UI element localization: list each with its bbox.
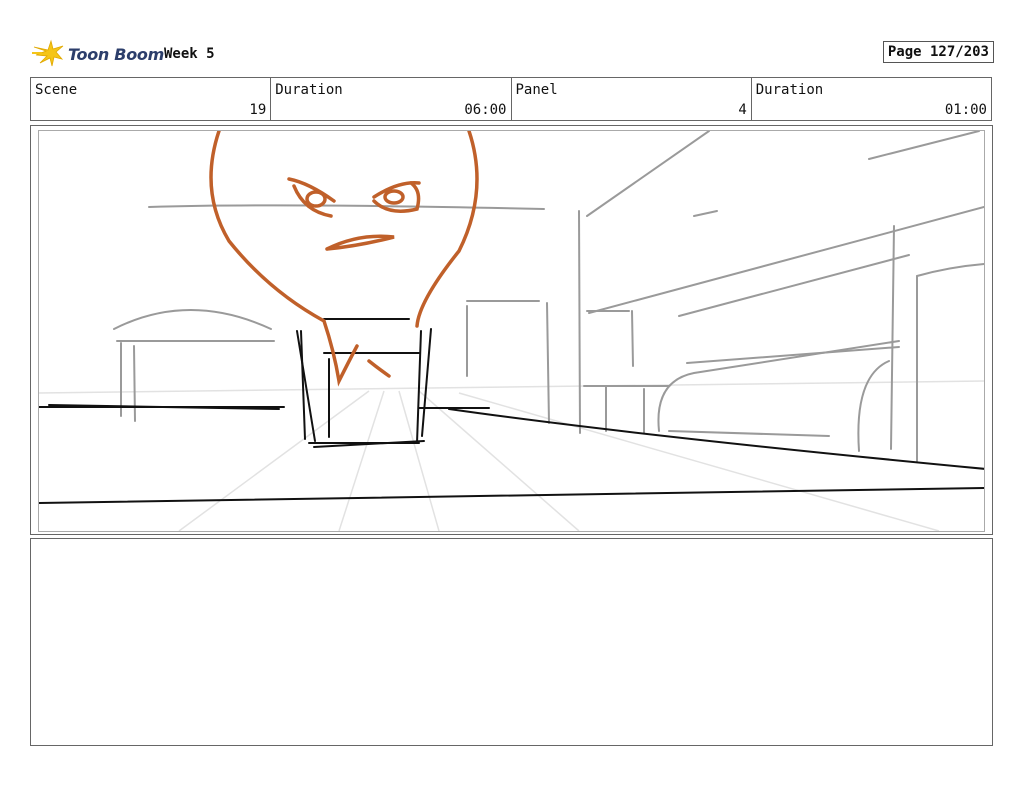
scene-duration-value: 06:00: [464, 102, 507, 118]
panel-info-row: Scene 19 Duration 06:00 Panel 4 Duration…: [30, 77, 992, 121]
toon-boom-logo: Toon Boom: [32, 38, 164, 70]
sketch-drawing: [39, 131, 984, 531]
perspective-guides: [39, 380, 984, 531]
panel-duration-label: Duration: [755, 82, 824, 98]
scene-label: Scene: [35, 82, 78, 98]
scene-duration-cell: Duration 06:00: [271, 78, 512, 120]
panel-cell: Panel 4: [512, 78, 752, 120]
background-sketch: [113, 131, 984, 462]
panel-duration-cell: Duration 01:00: [752, 78, 991, 120]
page-counter: Page 127/203: [882, 41, 994, 63]
project-title: Week 5: [164, 46, 215, 62]
panel-value: 4: [738, 102, 747, 118]
brand-name: Toon Boom: [68, 44, 164, 64]
panel-drawing-area: [38, 130, 985, 532]
scene-duration-label: Duration: [275, 82, 343, 98]
storyboard-panel-frame: [30, 125, 993, 535]
toon-boom-star-icon: [32, 39, 64, 67]
character-sketch: [209, 131, 479, 387]
panel-notes-area: [30, 538, 993, 746]
scene-value: 19: [249, 102, 267, 118]
scene-cell: Scene 19: [31, 78, 272, 120]
storyboard-header: Toon Boom Week 5 Page 127/203: [32, 38, 994, 72]
foreground-sketch: [39, 318, 984, 504]
panel-label: Panel: [515, 82, 558, 98]
panel-duration-value: 01:00: [944, 102, 987, 118]
